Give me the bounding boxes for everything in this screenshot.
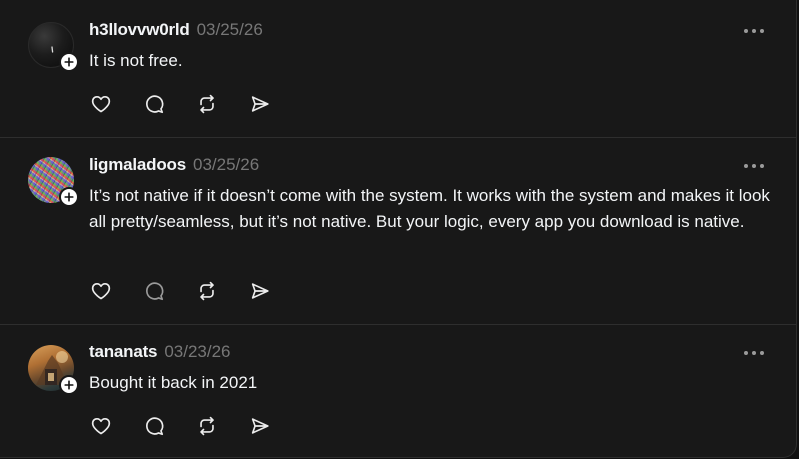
reply-button[interactable] [141, 91, 167, 117]
more-options-button[interactable] [742, 346, 766, 360]
avatar-container [28, 22, 79, 72]
post-header: tananats 03/23/26 [89, 342, 231, 364]
post-header: h3llovvw0rld 03/25/26 [89, 20, 263, 42]
repost-icon [200, 94, 214, 114]
repost-button[interactable] [194, 91, 220, 117]
post-item: tananats 03/23/26 Bought it back in 2021 [0, 325, 796, 457]
share-button[interactable] [247, 278, 273, 304]
timestamp[interactable]: 03/23/26 [164, 342, 230, 362]
timestamp[interactable]: 03/25/26 [197, 20, 263, 40]
reply-button[interactable] [141, 413, 167, 439]
post-text: Bought it back in 2021 [89, 373, 258, 392]
follow-button[interactable] [59, 52, 79, 72]
follow-button[interactable] [59, 187, 79, 207]
timestamp[interactable]: 03/25/26 [193, 155, 259, 175]
comment-icon [146, 95, 164, 114]
share-button[interactable] [247, 91, 273, 117]
post-actions [88, 413, 300, 439]
post-item: h3llovvw0rld 03/25/26 It is not free. [0, 0, 796, 138]
send-icon [251, 96, 269, 112]
share-button[interactable] [247, 413, 273, 439]
avatar-container [28, 157, 79, 207]
post-text: It’s not native if it doesn’t come with … [89, 186, 770, 231]
more-options-button[interactable] [742, 159, 766, 173]
post-header: ligmaladoos 03/25/26 [89, 155, 259, 177]
post-item: ligmaladoos 03/25/26 It’s not native if … [0, 138, 796, 325]
heart-icon [91, 96, 111, 113]
post-actions [88, 278, 300, 304]
username[interactable]: h3llovvw0rld [89, 20, 190, 40]
username[interactable]: tananats [89, 342, 158, 362]
follow-button[interactable] [59, 375, 79, 395]
more-dots-icon [744, 29, 764, 33]
reply-button[interactable] [141, 278, 167, 304]
post-actions [88, 91, 300, 117]
comment-icon [146, 417, 164, 436]
more-dots-icon [744, 351, 764, 355]
comment-icon [146, 282, 164, 301]
repost-icon [200, 416, 214, 436]
repost-button[interactable] [194, 413, 220, 439]
plus-icon [64, 380, 74, 390]
plus-icon [64, 192, 74, 202]
reply-feed: h3llovvw0rld 03/25/26 It is not free. li… [0, 0, 797, 458]
like-button[interactable] [88, 278, 114, 304]
like-button[interactable] [88, 91, 114, 117]
send-icon [251, 283, 269, 299]
repost-icon [200, 281, 214, 301]
repost-button[interactable] [194, 278, 220, 304]
username[interactable]: ligmaladoos [89, 155, 186, 175]
heart-icon [91, 283, 111, 300]
send-icon [251, 418, 269, 434]
avatar-container [28, 345, 79, 395]
plus-icon [64, 57, 74, 67]
post-text: It is not free. [89, 51, 183, 70]
like-button[interactable] [88, 413, 114, 439]
more-dots-icon [744, 164, 764, 168]
heart-icon [91, 418, 111, 435]
more-options-button[interactable] [742, 24, 766, 38]
